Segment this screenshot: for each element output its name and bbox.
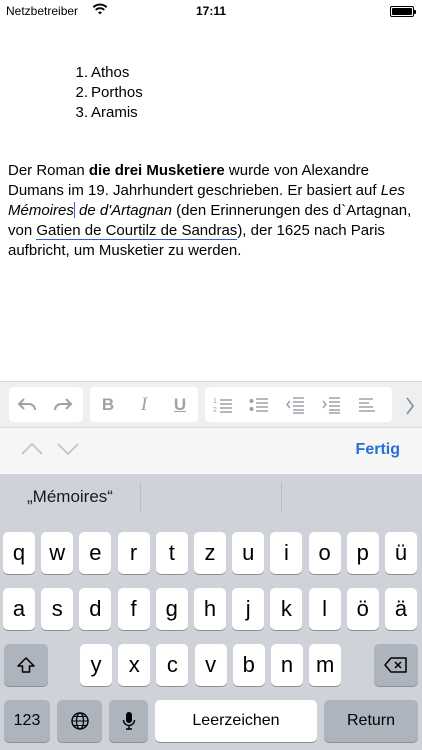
letter-key[interactable]: p [346,532,379,574]
letter-key[interactable]: z [194,532,226,574]
toolbar-more-button[interactable] [402,382,418,429]
letter-key[interactable]: e [79,532,112,574]
numbered-list: 1. Athos 2. Porthos 3. Aramis [68,63,143,123]
list-item-text: Athos [91,64,130,81]
letter-key[interactable]: i [270,532,303,574]
status-bar: Netzbetreiber 17:11 [0,0,422,22]
letter-key[interactable]: g [155,588,188,630]
letter-key[interactable]: b [232,644,265,686]
letter-key[interactable]: x [118,644,151,686]
dictation-key[interactable] [109,700,148,742]
letter-key[interactable]: a [3,588,35,630]
redo-icon [54,397,73,410]
italic-button[interactable]: I [126,387,162,422]
numbered-list-icon: 12 [213,398,232,414]
letter-key[interactable]: f [117,588,150,630]
backspace-icon [384,657,407,673]
underline-button[interactable]: U [162,387,198,422]
globe-key[interactable] [57,700,102,742]
space-key[interactable]: Leerzeichen [155,700,317,742]
list-item: 3. Aramis [75,104,138,121]
suggestion-bar: „Mémoires“ [0,474,422,520]
letter-key[interactable]: v [194,644,227,686]
letter-key[interactable]: w [41,532,74,574]
letter-key[interactable]: ä [385,588,417,630]
input-accessory-bar: Fertig [0,428,422,474]
microphone-icon [122,712,135,730]
keyboard: „Mémoires“ qwertzuiopü asdfghjklöä yxcvb… [0,474,422,750]
letter-key[interactable]: r [117,532,150,574]
numbers-key[interactable]: 123 [4,700,50,742]
letter-key[interactable]: s [41,588,74,630]
return-key[interactable]: Return [324,700,418,742]
list-item-text: Aramis [91,104,138,121]
chevron-right-icon [406,396,415,415]
delete-key[interactable] [374,644,418,686]
align-left-icon [359,397,375,412]
letter-key[interactable]: h [194,588,226,630]
letter-key[interactable]: ö [346,588,379,630]
undo-icon [17,397,36,410]
svg-text:2: 2 [213,407,217,414]
svg-text:1: 1 [213,398,217,405]
bold-button[interactable]: B [90,387,126,422]
bold-text: die drei Musketiere [88,162,225,179]
shift-key[interactable] [4,644,48,686]
indent-button[interactable] [313,387,349,422]
letter-key[interactable]: ü [385,532,417,574]
chevron-up-icon[interactable] [20,440,44,458]
document-editor[interactable]: 1. Athos 2. Porthos 3. Aramis Der Roman … [0,22,422,382]
list-item: 2. Porthos [75,84,143,101]
bullet-list-button[interactable] [241,387,277,422]
clock: 17:11 [195,4,227,18]
outdent-icon [286,396,304,414]
letter-key[interactable]: k [270,588,303,630]
bullet-list-icon [249,397,268,412]
letter-key[interactable]: o [308,532,341,574]
letter-key[interactable]: j [232,588,265,630]
globe-icon [70,712,89,730]
numbered-list-button[interactable]: 12 [205,387,241,422]
undo-button[interactable] [9,387,45,422]
letter-key[interactable]: q [3,532,35,574]
redo-button[interactable] [45,387,81,422]
letter-key[interactable]: l [308,588,341,630]
list-item: 1. Athos [75,64,130,81]
align-left-button[interactable] [349,387,385,422]
shift-icon [17,657,35,673]
chevron-down-icon[interactable] [56,440,80,458]
done-button[interactable]: Fertig [356,441,400,459]
letter-key[interactable]: d [79,588,112,630]
letter-key[interactable]: m [309,644,342,686]
text-style-group: B I U [90,387,198,422]
letter-key[interactable]: t [155,532,188,574]
text-run: Der Roman [8,162,89,179]
outdent-button[interactable] [277,387,313,422]
letter-key[interactable]: y [80,644,112,686]
formatting-toolbar: B I U 12 [0,381,422,428]
letter-key[interactable]: c [156,644,189,686]
battery-icon [390,6,416,17]
history-group [9,387,83,422]
suggestion-item[interactable]: „Mémoires“ [0,474,140,520]
paragraph: Der Roman die drei Musketiere wurde von … [8,161,414,261]
suggestion-item[interactable] [282,474,422,520]
indent-icon [322,396,340,414]
list-item-text: Porthos [91,84,143,101]
suggestion-item[interactable] [141,474,281,520]
letter-key[interactable]: u [232,532,265,574]
letter-key[interactable]: n [271,644,303,686]
underlined-link[interactable]: Gatien de Courtilz de Sandras [36,222,238,240]
paragraph-group: 12 [205,387,392,422]
